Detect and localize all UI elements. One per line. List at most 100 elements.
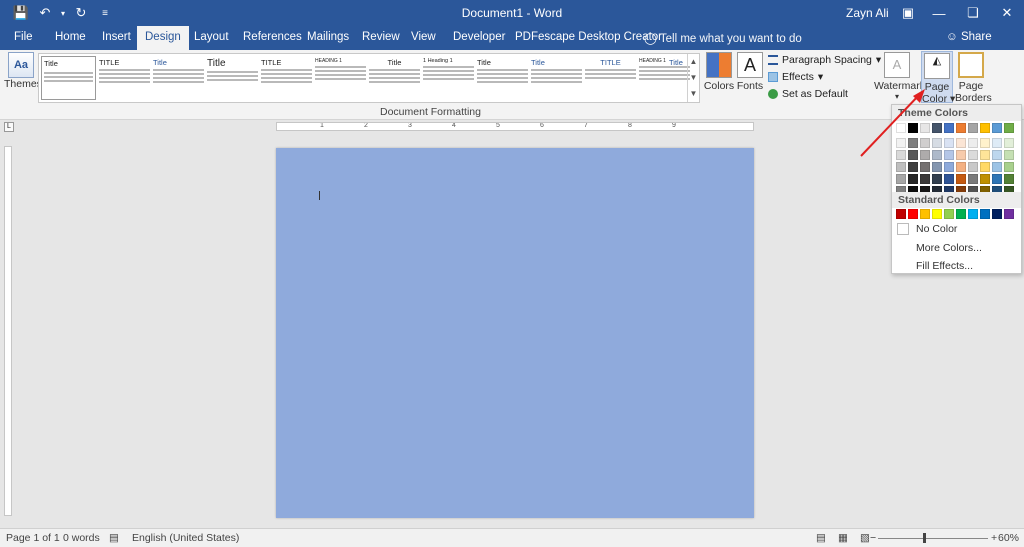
theme-color-swatch[interactable]: [1004, 174, 1014, 184]
tab-mailings[interactable]: Mailings: [299, 26, 357, 50]
share-button[interactable]: ☺ Share: [946, 31, 992, 43]
theme-color-swatch[interactable]: [956, 138, 966, 148]
theme-color-swatch[interactable]: [956, 150, 966, 160]
user-name[interactable]: Zayn Ali: [846, 6, 889, 20]
style-set-thumb[interactable]: Title: [475, 56, 530, 100]
zoom-slider-thumb[interactable]: [923, 533, 926, 543]
paragraph-spacing-button[interactable]: Paragraph Spacing ▾: [768, 54, 881, 66]
theme-color-swatch[interactable]: [908, 162, 918, 172]
document-page[interactable]: [276, 148, 754, 518]
theme-color-swatch[interactable]: [956, 162, 966, 172]
theme-color-swatch[interactable]: [980, 150, 990, 160]
tab-design[interactable]: Design: [137, 26, 189, 50]
print-layout-icon[interactable]: ▦: [838, 532, 848, 544]
zoom-out-icon[interactable]: −: [870, 532, 876, 544]
standard-color-swatch[interactable]: [932, 209, 942, 219]
theme-color-swatch[interactable]: [968, 138, 978, 148]
tab-home[interactable]: Home: [47, 26, 94, 50]
style-set-thumb[interactable]: Title: [41, 56, 96, 100]
standard-color-swatch[interactable]: [908, 209, 918, 219]
theme-color-swatch[interactable]: [920, 174, 930, 184]
standard-color-swatch[interactable]: [980, 209, 990, 219]
theme-color-swatch[interactable]: [932, 150, 942, 160]
theme-color-swatch[interactable]: [1004, 138, 1014, 148]
standard-color-swatch[interactable]: [896, 209, 906, 219]
theme-color-swatch[interactable]: [968, 150, 978, 160]
fonts-button[interactable]: A Fonts: [734, 52, 766, 92]
theme-color-swatch[interactable]: [908, 174, 918, 184]
theme-color-swatch[interactable]: [932, 174, 942, 184]
theme-color-swatch[interactable]: [956, 174, 966, 184]
theme-color-swatch[interactable]: [944, 123, 954, 133]
theme-color-swatch[interactable]: [992, 162, 1002, 172]
theme-color-swatch[interactable]: [980, 162, 990, 172]
style-set-thumb[interactable]: TITLE: [97, 56, 152, 100]
theme-color-swatch[interactable]: [932, 138, 942, 148]
themes-button[interactable]: Aa Themes: [4, 52, 42, 90]
set-as-default-button[interactable]: Set as Default: [768, 88, 848, 100]
tab-selector[interactable]: L: [4, 122, 14, 132]
horizontal-ruler[interactable]: 1 2 3 4 5 6 7 8 9: [276, 122, 754, 131]
theme-color-swatch[interactable]: [1004, 123, 1014, 133]
zoom-level[interactable]: 60%: [998, 532, 1019, 544]
theme-color-swatch[interactable]: [932, 123, 942, 133]
theme-color-swatch[interactable]: [920, 162, 930, 172]
zoom-slider[interactable]: [878, 538, 988, 539]
fill-effects-option[interactable]: Fill Effects...: [916, 260, 973, 272]
theme-color-swatch[interactable]: [968, 174, 978, 184]
read-mode-icon[interactable]: ▤: [816, 532, 826, 544]
vertical-ruler[interactable]: [4, 146, 12, 516]
theme-color-swatch[interactable]: [980, 123, 990, 133]
style-set-thumb[interactable]: Title: [529, 56, 584, 100]
web-layout-icon[interactable]: ▧: [860, 532, 870, 544]
style-set-thumb[interactable]: Title: [151, 56, 206, 100]
theme-color-swatch[interactable]: [992, 174, 1002, 184]
theme-color-swatch[interactable]: [992, 138, 1002, 148]
more-colors-option[interactable]: More Colors...: [916, 242, 982, 254]
ribbon-display-options-icon[interactable]: ▣: [893, 3, 923, 23]
style-set-gallery[interactable]: Title TITLE Title Title TITLE HEADING 1 …: [38, 53, 700, 103]
standard-color-swatch[interactable]: [944, 209, 954, 219]
standard-color-swatch[interactable]: [920, 209, 930, 219]
theme-color-swatch[interactable]: [896, 174, 906, 184]
gallery-scroll[interactable]: ▲ ▼ ▼: [687, 54, 699, 102]
word-count[interactable]: 0 words: [63, 532, 100, 544]
tell-me-box[interactable]: ◯ Tell me what you want to do: [644, 31, 802, 45]
zoom-in-icon[interactable]: +: [991, 532, 997, 544]
theme-color-swatch[interactable]: [980, 138, 990, 148]
theme-color-swatch[interactable]: [992, 123, 1002, 133]
style-set-thumb[interactable]: Title: [667, 56, 687, 100]
theme-color-swatch[interactable]: [896, 162, 906, 172]
theme-color-swatch[interactable]: [944, 150, 954, 160]
tab-view[interactable]: View: [403, 26, 444, 50]
theme-color-swatch[interactable]: [968, 123, 978, 133]
tab-review[interactable]: Review: [354, 26, 408, 50]
page-borders-button[interactable]: Page Borders: [955, 52, 992, 104]
minimize-button[interactable]: —: [924, 3, 954, 23]
maximize-button[interactable]: ❏: [958, 3, 988, 23]
style-set-thumb[interactable]: TITLE: [259, 56, 314, 100]
style-set-thumb[interactable]: 1 Heading 1: [421, 56, 476, 100]
theme-color-swatch[interactable]: [992, 150, 1002, 160]
colors-button[interactable]: Colors: [702, 52, 736, 92]
theme-color-swatch[interactable]: [932, 162, 942, 172]
tab-layout[interactable]: Layout: [186, 26, 237, 50]
no-color-option[interactable]: No Color: [916, 223, 957, 235]
theme-color-swatch[interactable]: [980, 174, 990, 184]
tab-insert[interactable]: Insert: [94, 26, 139, 50]
theme-color-swatch[interactable]: [944, 138, 954, 148]
theme-color-swatch[interactable]: [1004, 162, 1014, 172]
standard-color-swatch[interactable]: [968, 209, 978, 219]
style-set-thumb[interactable]: HEADING 1: [313, 56, 368, 100]
style-set-thumb[interactable]: Title: [367, 56, 422, 100]
theme-color-swatch[interactable]: [944, 162, 954, 172]
theme-color-swatch[interactable]: [944, 174, 954, 184]
language[interactable]: English (United States): [132, 532, 239, 544]
style-set-thumb[interactable]: Title: [205, 56, 260, 100]
close-button[interactable]: ✕: [992, 3, 1022, 23]
tab-developer[interactable]: Developer: [445, 26, 513, 50]
theme-color-swatch[interactable]: [956, 123, 966, 133]
standard-color-swatch[interactable]: [992, 209, 1002, 219]
tab-file[interactable]: File: [6, 26, 41, 50]
proofing-icon[interactable]: ▤: [109, 532, 119, 544]
